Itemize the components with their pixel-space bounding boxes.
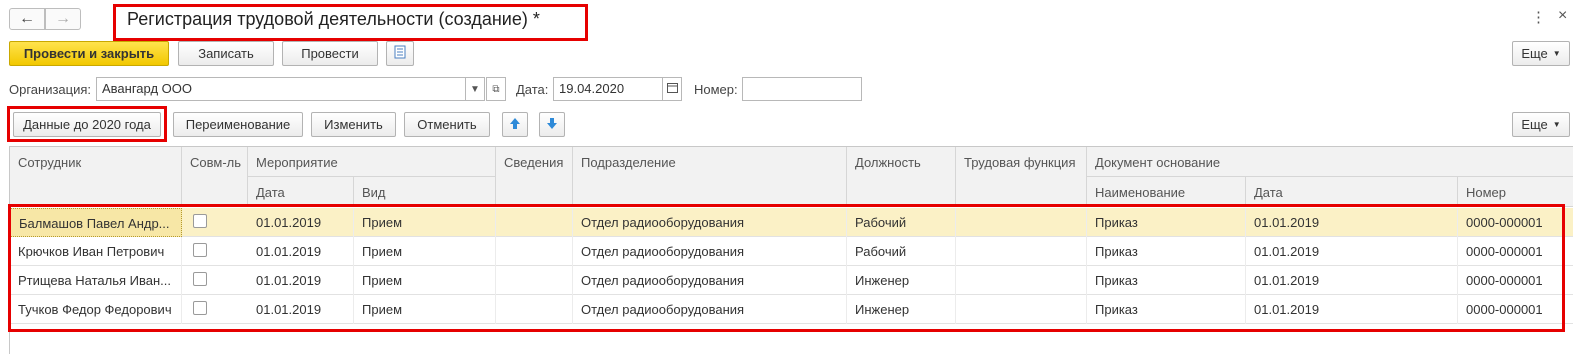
calendar-icon <box>666 82 678 96</box>
chevron-down-icon: ▼ <box>1552 120 1561 129</box>
organization-label: Организация: <box>9 82 92 97</box>
col-part-time[interactable]: Совм-ль <box>182 147 248 207</box>
col-info[interactable]: Сведения <box>496 147 573 207</box>
arrow-left-icon: ← <box>19 10 35 27</box>
col-event-date[interactable]: Дата <box>248 177 354 207</box>
report-button[interactable] <box>386 41 414 66</box>
arrow-down-icon <box>546 117 558 133</box>
more-button-table[interactable]: Еще ▼ <box>1512 112 1570 137</box>
page-title: Регистрация трудовой деятельности (созда… <box>127 9 540 29</box>
cancel-button[interactable]: Отменить <box>404 112 490 137</box>
open-link-icon: ⧉ <box>492 83 500 95</box>
more-button-top[interactable]: Еще ▼ <box>1512 41 1570 66</box>
col-event-group: Мероприятие <box>248 147 496 177</box>
more-menu-icon[interactable]: ⋮ <box>1531 8 1546 26</box>
forward-button[interactable]: → <box>45 8 81 30</box>
date-field[interactable]: 19.04.2020 <box>553 77 663 101</box>
chevron-down-icon: ▼ <box>470 83 480 95</box>
rows-highlight <box>8 204 1565 332</box>
col-doc-name[interactable]: Наименование <box>1087 177 1246 207</box>
arrow-right-icon: → <box>55 10 71 27</box>
date-label: Дата: <box>516 82 549 97</box>
move-down-button[interactable] <box>539 112 565 137</box>
col-basis-doc-group: Документ основание <box>1087 147 1573 177</box>
organization-open-button[interactable]: ⧉ <box>486 77 506 101</box>
chevron-down-icon: ▼ <box>1552 49 1561 58</box>
col-doc-date[interactable]: Дата <box>1246 177 1458 207</box>
col-event-kind[interactable]: Вид <box>354 177 496 207</box>
change-button[interactable]: Изменить <box>311 112 396 137</box>
number-field[interactable] <box>742 77 862 101</box>
col-department[interactable]: Подразделение <box>573 147 847 207</box>
document-icon <box>394 45 406 62</box>
col-employee[interactable]: Сотрудник <box>10 147 182 207</box>
save-button[interactable]: Записать <box>178 41 274 66</box>
calendar-button[interactable] <box>662 77 682 101</box>
number-label: Номер: <box>694 82 738 97</box>
col-doc-number[interactable]: Номер <box>1458 177 1573 207</box>
close-icon[interactable]: × <box>1558 7 1567 25</box>
organization-field[interactable]: Авангард ООО <box>96 77 466 101</box>
organization-dropdown-button[interactable]: ▼ <box>465 77 485 101</box>
move-up-button[interactable] <box>502 112 528 137</box>
post-button[interactable]: Провести <box>282 41 378 66</box>
back-button[interactable]: ← <box>9 8 45 30</box>
arrow-up-icon <box>509 117 521 133</box>
post-and-close-button[interactable]: Провести и закрыть <box>9 41 169 66</box>
col-position[interactable]: Должность <box>847 147 956 207</box>
rename-button[interactable]: Переименование <box>173 112 303 137</box>
button-highlight <box>7 106 167 142</box>
col-labor-function[interactable]: Трудовая функция <box>956 147 1087 207</box>
